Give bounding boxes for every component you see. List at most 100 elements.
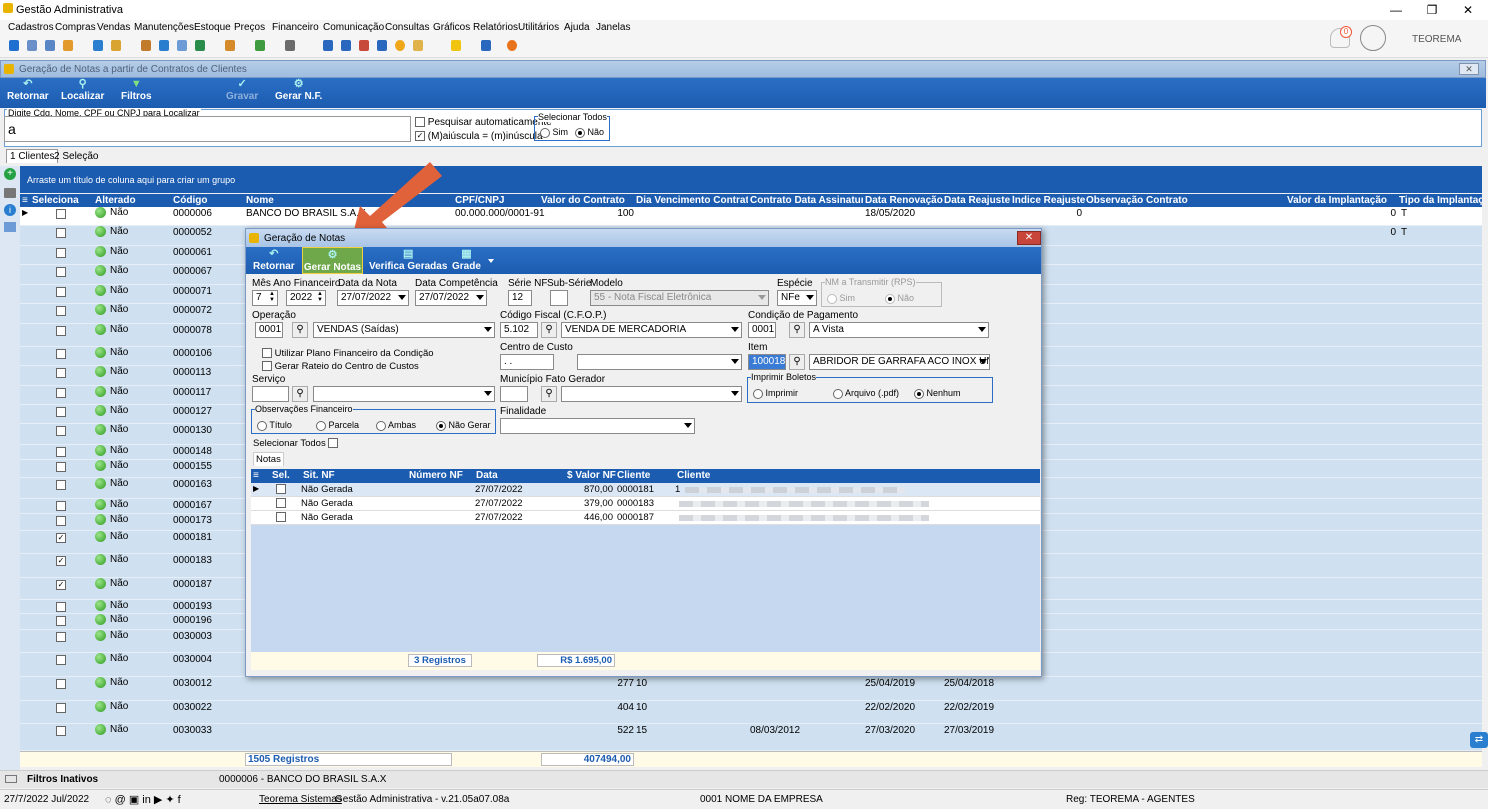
maximize-button[interactable]: ❐ <box>1420 2 1444 18</box>
chevron-down-icon[interactable] <box>484 391 492 396</box>
menu-vendas[interactable]: Vendas <box>97 22 130 33</box>
nf-select-checkbox[interactable] <box>276 498 286 508</box>
col-numero-nf[interactable]: Número NF <box>409 470 463 481</box>
row-select-checkbox[interactable] <box>56 248 66 258</box>
row-select-checkbox[interactable] <box>56 368 66 378</box>
row-select-checkbox[interactable] <box>56 616 66 626</box>
nf-select-checkbox[interactable] <box>276 512 286 522</box>
auto-search-check[interactable] <box>415 117 425 128</box>
search-icon[interactable]: ⚲ <box>292 322 308 338</box>
select-all-nao[interactable]: Não <box>575 127 604 138</box>
sel-todos-check[interactable] <box>328 438 339 449</box>
box-icon[interactable] <box>111 40 121 51</box>
servico-code-input[interactable] <box>252 386 289 402</box>
mes-input[interactable]: 7 ▲ ▼ <box>252 290 278 306</box>
item-select[interactable]: ABRIDOR DE GARRAFA ACO INOX UN B <box>809 354 990 370</box>
row-select-checkbox[interactable] <box>56 447 66 457</box>
truck-icon[interactable] <box>225 40 235 51</box>
case-check[interactable]: ✓ <box>415 131 425 142</box>
col-indice-reajuste[interactable]: Índice Reajuste <box>1012 195 1085 206</box>
ano-input[interactable]: 2022 ▲ ▼ <box>286 290 326 306</box>
remote-support-icon[interactable]: ⇄ <box>1470 732 1488 748</box>
avatar[interactable] <box>1360 25 1386 51</box>
table-row[interactable]: Não 0030012 277 10 25/04/2019 25/04/2018 <box>20 677 1482 701</box>
row-select-checkbox[interactable] <box>56 209 66 219</box>
row-select-checkbox[interactable] <box>56 462 66 472</box>
grid-menu-icon[interactable]: ≡ <box>22 195 28 206</box>
menu-graficos[interactable]: Gráficos <box>433 22 470 33</box>
cfop-code-input[interactable]: 5.102 <box>500 322 538 338</box>
row-select-checkbox[interactable] <box>56 679 66 689</box>
municipio-select[interactable] <box>561 386 742 402</box>
obs-ambas-radio[interactable]: Ambas <box>376 420 416 431</box>
obs-parcela-radio[interactable]: Parcela <box>316 420 359 431</box>
row-select-checkbox[interactable]: ✓ <box>56 556 66 566</box>
col-data-assinatura[interactable]: Contrato Data Assinatura <box>750 195 863 206</box>
col-sit-nf[interactable]: Sit. NF <box>303 470 335 481</box>
mail-icon[interactable] <box>413 40 423 51</box>
col-tipo-implantacao[interactable]: Tipo da Implantação <box>1399 195 1482 206</box>
condicao-code-input[interactable]: 0001 <box>748 322 776 338</box>
calendar-icon[interactable] <box>359 40 369 51</box>
menu-financeiro[interactable]: Financeiro <box>272 22 319 33</box>
obs-titulo-radio[interactable]: Título <box>257 420 292 431</box>
col-valor-implantacao[interactable]: Valor da Implantação <box>1287 195 1387 206</box>
dialog-close-button[interactable]: ✕ <box>1017 231 1041 245</box>
close-button[interactable]: ✕ <box>1456 2 1480 18</box>
chevron-down-icon[interactable] <box>476 295 484 300</box>
row-select-checkbox[interactable] <box>56 501 66 511</box>
dialog-retornar-button[interactable]: ↶ Retornar <box>253 249 295 273</box>
col-nome[interactable]: Nome <box>246 195 274 206</box>
auto-search-checkbox[interactable]: Pesquisar automaticamente <box>415 117 552 128</box>
menu-utilitarios[interactable]: Utilitários <box>518 22 559 33</box>
menu-janelas[interactable]: Janelas <box>596 22 630 33</box>
rateio-checkbox[interactable]: Gerar Rateio do Centro de Custos <box>262 361 419 372</box>
col-cliente-nome[interactable]: Cliente <box>677 470 710 481</box>
new-icon[interactable] <box>9 40 19 51</box>
grade-dropdown-icon[interactable] <box>488 259 494 263</box>
user-icon[interactable] <box>141 40 151 51</box>
money-icon[interactable] <box>255 40 265 51</box>
col-seleciona[interactable]: Seleciona <box>32 195 79 206</box>
boleto-arquivo-radio[interactable]: Arquivo (.pdf) <box>833 388 899 399</box>
col-data-renovacao[interactable]: Data Renovação <box>865 195 943 206</box>
operacao-select[interactable]: VENDAS (Saídas) <box>313 322 495 338</box>
servico-select[interactable] <box>313 386 495 402</box>
gerar-nf-button[interactable]: ⚙ Gerar N.F. <box>275 79 322 103</box>
notas-grid-menu-icon[interactable]: ≡ <box>253 470 259 481</box>
row-select-checkbox[interactable] <box>56 480 66 490</box>
col-codigo[interactable]: Código <box>173 195 207 206</box>
child-close-button[interactable]: ✕ <box>1459 63 1479 75</box>
print-icon[interactable] <box>285 40 295 51</box>
condicao-select[interactable]: A Vista <box>809 322 989 338</box>
clock-icon[interactable] <box>395 40 405 51</box>
row-select-checkbox[interactable] <box>56 287 66 297</box>
row-select-checkbox[interactable] <box>56 326 66 336</box>
info-icon[interactable]: i <box>4 204 16 216</box>
finalidade-select[interactable] <box>500 418 695 434</box>
col-cpf-cnpj[interactable]: CPF/CNPJ <box>455 195 504 206</box>
menu-ajuda[interactable]: Ajuda <box>564 22 590 33</box>
power-icon[interactable] <box>507 40 517 51</box>
chevron-down-icon[interactable] <box>806 295 814 300</box>
nm-nao-radio[interactable]: Não <box>885 293 914 304</box>
chevron-down-icon[interactable] <box>684 423 692 428</box>
filtros-button[interactable]: ▼ Filtros <box>121 79 152 103</box>
group-panel[interactable]: Arraste um título de coluna aqui para cr… <box>20 166 1482 193</box>
menu-cadastros[interactable]: Cadastros <box>8 22 54 33</box>
subserie-input[interactable] <box>550 290 568 306</box>
info-icon[interactable] <box>481 40 491 51</box>
obs-nao-gerar-radio[interactable]: Não Gerar <box>436 420 491 431</box>
plano-financeiro-checkbox[interactable]: Utilizar Plano Financeiro da Condição <box>262 348 434 359</box>
modelo-select[interactable]: 55 - Nota Fiscal Eletrônica <box>590 290 769 306</box>
table-row[interactable]: Não 0030022 404 10 22/02/2020 22/02/2019 <box>20 701 1482 724</box>
report-icon[interactable] <box>159 40 169 51</box>
row-select-checkbox[interactable] <box>56 602 66 612</box>
plano-check[interactable] <box>262 348 272 359</box>
verifica-geradas-button[interactable]: ▤ Verifica Geradas <box>369 249 447 273</box>
select-all-sim[interactable]: Sim <box>540 127 568 138</box>
rateio-check[interactable] <box>262 361 272 372</box>
selecionar-todos-checkbox[interactable]: Selecionar Todos <box>253 438 339 449</box>
people-icon[interactable] <box>27 40 37 51</box>
menu-consultas[interactable]: Consultas <box>385 22 429 33</box>
